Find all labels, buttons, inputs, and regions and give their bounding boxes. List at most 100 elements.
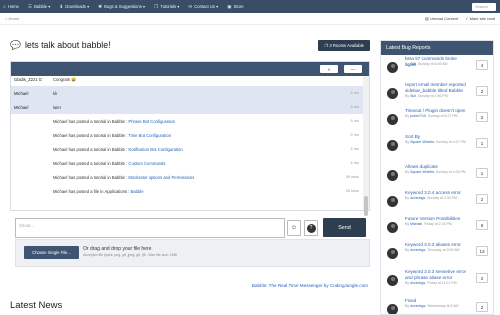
rooms-available-button[interactable]: ❐ 3 Rooms Available: [318, 39, 370, 51]
babble-credit-link[interactable]: Babble: The Real Time Messenger by Codin…: [252, 283, 368, 288]
by-label: By: [405, 304, 410, 309]
avatar[interactable]: [387, 170, 398, 181]
bug-report-title[interactable]: Keyword 3.0.4 access error: [405, 190, 467, 196]
bug-report-title[interactable]: Timeout / Plugin doesn't open: [405, 108, 467, 114]
page-title-text: lets talk about babble!: [24, 40, 111, 50]
chat-message: Michael later 5 hrs: [11, 100, 363, 114]
latest-news-heading: Latest News: [10, 300, 63, 311]
bug-report-meta: By Michael, Friday at 2:24 PM: [405, 222, 452, 227]
nav-item-2[interactable]: ⬇ Downloads ▾: [59, 4, 89, 10]
nav-item-label[interactable]: Contact Us ▾: [194, 4, 218, 9]
reporter-name[interactable]: Square Wheels: [410, 170, 434, 174]
send-button[interactable]: Send: [323, 218, 366, 237]
message-link[interactable]: Moderator options and Permissions: [128, 175, 194, 180]
avatar[interactable]: [387, 196, 398, 207]
help-button[interactable]: ?: [304, 220, 318, 236]
chat-scrollbar[interactable]: [363, 76, 369, 216]
minimize-chat-button[interactable]: —: [344, 65, 362, 73]
message-link[interactable]: Phrase Bot Configuration: [128, 119, 175, 124]
reporter-name[interactable]: pobrn7/10: [410, 114, 426, 118]
bug-report-title[interactable]: Keyword 3.0.3 aliases error: [405, 242, 467, 248]
nav-item-label[interactable]: Tutorials ▾: [160, 4, 179, 9]
unread-content-label[interactable]: Unread Content: [430, 16, 458, 21]
avatar[interactable]: [387, 114, 398, 125]
avatar[interactable]: [387, 62, 398, 73]
bug-report-title[interactable]: Allows duplicate: [405, 164, 467, 170]
nav-item-label[interactable]: Downloads ▾: [65, 4, 89, 9]
bug-report-item[interactable]: Allows duplicate By Square Wheels, Sunday…: [381, 164, 493, 192]
unread-content-link[interactable]: ▤ Unread Content: [425, 16, 458, 21]
message-author[interactable]: Gladis_Z2z1 G: [14, 77, 52, 83]
bug-report-meta: By pobrn7/10, Sunday at 8:27 PM: [405, 114, 458, 119]
by-label: By: [405, 140, 410, 145]
avatar[interactable]: [387, 140, 398, 151]
bug-reports-sidebar: Latest Bug Reports beta 57 commands brok…: [380, 40, 494, 315]
avatar[interactable]: [387, 88, 398, 99]
bug-report-item[interactable]: Keyword 3.0.3 sensetive error and phrase…: [381, 269, 493, 297]
mark-site-read-link[interactable]: ✓ Mark site read: [465, 16, 495, 21]
breadcrumb[interactable]: ⌂ Home: [5, 16, 19, 21]
message-text: kk: [53, 90, 58, 96]
scrollbar-thumb[interactable]: [364, 196, 368, 216]
top-navigation: ⌂ Home ☰ Babble ▾ ⬇ Downloads ▾ ✱ Bugs & Sugges…: [0, 0, 500, 13]
message-link[interactable]: Time Bot Configuration: [128, 133, 171, 138]
report-date: Thursday at 2:59 AM: [427, 248, 460, 253]
bug-report-title[interactable]: Sort By: [405, 134, 467, 140]
help-icon: ?: [306, 223, 316, 233]
nav-item-label[interactable]: Babble ▾: [34, 4, 50, 9]
nav-item-label[interactable]: Bugs & Suggestions ▾: [104, 4, 145, 9]
nav-item-3[interactable]: ✱ Bugs & Suggestions ▾: [98, 4, 145, 10]
reporter-name[interactable]: Square Wheels: [410, 140, 434, 144]
bug-report-title[interactable]: report email member reported sidebar_bab…: [405, 82, 467, 93]
reporter-name[interactable]: Sull: [410, 62, 416, 66]
bug-report-item[interactable]: Fixed By dovedogs, Wednesday at 5 AM 2: [381, 298, 493, 314]
reporter-name[interactable]: Sull: [410, 94, 416, 98]
reporter-name[interactable]: dovedogs: [410, 196, 425, 200]
message-link[interactable]: Babble: [131, 189, 144, 194]
search-input[interactable]: Search: [472, 2, 496, 11]
bug-report-title[interactable]: Fixed: [405, 298, 467, 304]
rooms-button-label[interactable]: 3 Rooms Available: [329, 43, 364, 48]
bug-report-item[interactable]: report email member reported sidebar_bab…: [381, 82, 493, 110]
choose-file-button[interactable]: Choose Single File...: [24, 246, 79, 259]
message-time: 5 hrs: [350, 91, 359, 95]
bug-report-item[interactable]: Sort By By Square Wheels, Sunday at 4:37 …: [381, 134, 493, 162]
reporter-name[interactable]: dovedogs: [410, 248, 425, 252]
message-link[interactable]: Custom Commands: [128, 161, 165, 166]
avatar[interactable]: [387, 275, 398, 286]
nav-item-label[interactable]: Home: [8, 4, 19, 9]
breadcrumb-home[interactable]: Home: [9, 16, 20, 21]
bug-report-title[interactable]: Future Version Possibilities: [405, 216, 467, 222]
nav-item-6[interactable]: ▣ Store: [227, 4, 243, 10]
message-link[interactable]: Notification Bot Configuration: [128, 147, 182, 152]
avatar[interactable]: [387, 248, 398, 259]
mark-site-read-label[interactable]: Mark site read: [470, 16, 495, 21]
bug-report-item[interactable]: Keyword 3.0.3 aliases error By dovedogs, …: [381, 242, 493, 270]
reporter-name[interactable]: Michael: [410, 222, 422, 226]
avatar[interactable]: [387, 304, 398, 314]
message-list[interactable]: Gladis_Z2z1 G Congrats 😀 Michael kk 5 hrs Mic…: [11, 76, 369, 210]
bug-report-item[interactable]: beta 57 commands broke again By Sull, Sun…: [381, 56, 493, 84]
collapse-chat-button[interactable]: «: [320, 65, 338, 73]
bug-report-item[interactable]: Keyword 3.0.4 access error By dovedogs, S…: [381, 190, 493, 218]
nav-item-5[interactable]: ✉ Contact Us ▾: [188, 4, 218, 10]
nav-item-4[interactable]: ❐ Tutorials ▾: [154, 4, 179, 10]
reporter-name[interactable]: dovedogs: [410, 281, 425, 285]
message-prefix: Michael has posted a tutorial in Babble …: [53, 132, 129, 138]
bug-report-item[interactable]: Timeout / Plugin doesn't open By pobrn7/1…: [381, 108, 493, 136]
reporter-name[interactable]: dovedogs: [410, 304, 425, 308]
bug-report-title[interactable]: Keyword 3.0.3 sensetive error and phrase…: [405, 269, 467, 280]
file-upload-area[interactable]: Choose Single File... Or drag and drop y…: [15, 239, 370, 267]
nav-item-0[interactable]: ⌂ Home: [3, 4, 19, 9]
message-author[interactable]: Michael: [14, 91, 28, 96]
avatar[interactable]: [387, 222, 398, 233]
nav-item-1[interactable]: ☰ Babble ▾: [28, 4, 50, 10]
bug-report-item[interactable]: Future Version Possibilities By Michael, …: [381, 216, 493, 244]
nav-item-label[interactable]: Store: [234, 4, 244, 9]
shout-input[interactable]: Shout...: [15, 218, 285, 238]
message-time: 5 hrs: [350, 105, 359, 109]
report-date: Friday at 11:01 PM: [427, 280, 457, 285]
message-time: 4 hrs: [350, 161, 359, 165]
emoji-button[interactable]: ☺: [287, 220, 301, 236]
message-author[interactable]: Michael: [14, 105, 28, 110]
